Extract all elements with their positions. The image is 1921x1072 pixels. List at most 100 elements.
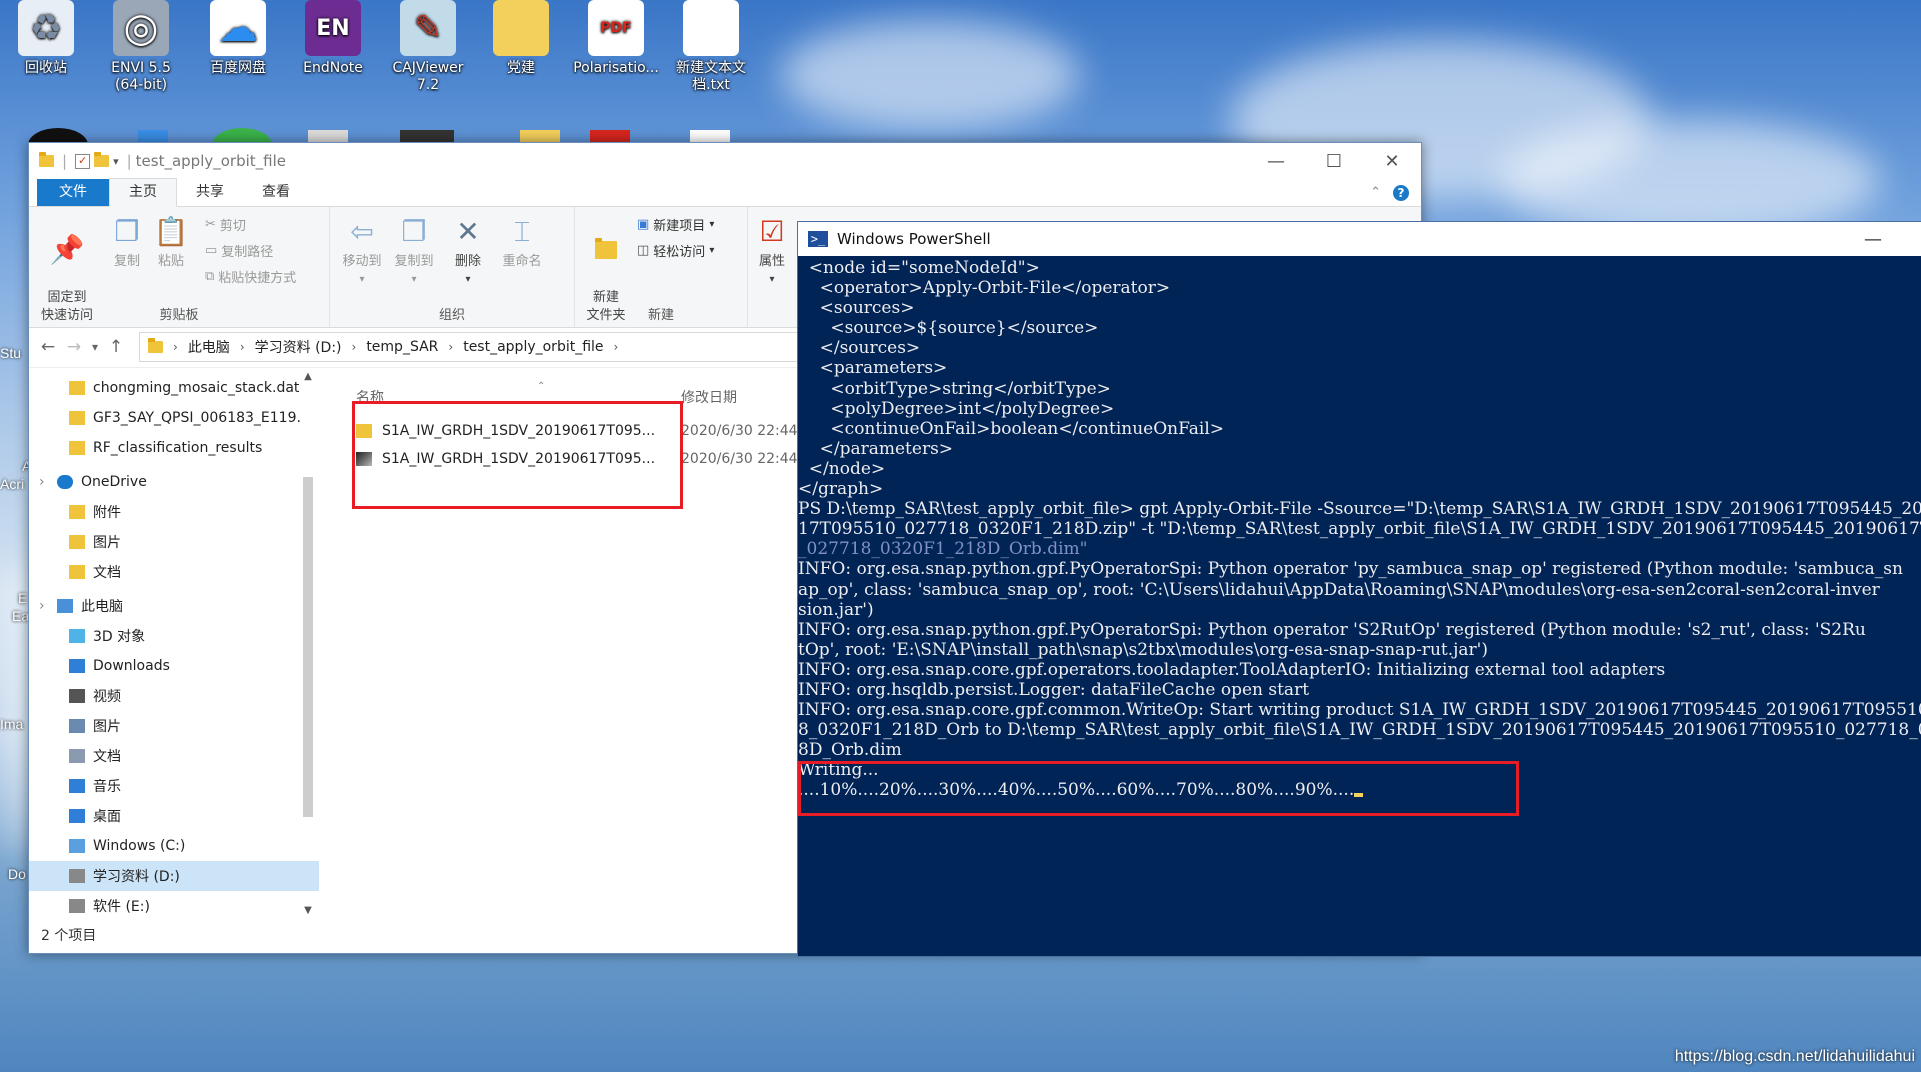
tab-view[interactable]: 查看 [243, 179, 309, 206]
text-file-icon [683, 0, 739, 56]
scrollbar-thumb[interactable] [303, 477, 313, 817]
close-button[interactable]: ✕ [1363, 151, 1421, 172]
nav-item[interactable]: 3D 对象 [29, 621, 319, 651]
sort-ascending-icon: ⌃ [537, 381, 546, 392]
nav-item[interactable]: GF3_SAY_QPSI_006183_E119. [29, 403, 319, 433]
nav-item[interactable]: 桌面 [29, 801, 319, 831]
highlight-box-progress [798, 761, 1519, 816]
back-button[interactable]: ← [35, 337, 61, 357]
breadcrumb-item[interactable]: test_apply_orbit_file [463, 339, 603, 355]
tab-file[interactable]: 文件 [37, 179, 109, 206]
console-line: <continueOnFail>boolean</continueOnFail> [798, 419, 1921, 439]
nav-item[interactable]: 学习资料 (D:) [29, 861, 319, 891]
nav-item-label: 附件 [93, 505, 121, 521]
minimize-button[interactable]: — [1247, 151, 1305, 172]
desktop-icon[interactable]: ☁ 百度网盘 [192, 0, 284, 77]
expand-chevron-icon[interactable]: › [39, 598, 49, 614]
minimize-button[interactable]: — [1864, 229, 1882, 250]
desktop-icon[interactable]: 新建文本文档.txt [665, 0, 757, 94]
nav-item[interactable]: 附件 [29, 497, 319, 527]
nav-item[interactable]: 视频 [29, 681, 319, 711]
desktop-icon-label: ENVI 5.5 (64-bit) [111, 60, 171, 93]
console-text: sion.jar') [798, 599, 874, 620]
powershell-console[interactable]: <node id="someNodeId"> <operator>Apply-O… [798, 258, 1921, 956]
tab-share[interactable]: 共享 [177, 179, 243, 206]
desktop-icon-label: 百度网盘 [210, 60, 266, 76]
console-text: <polyDegree>int</polyDegree> [798, 398, 1115, 419]
forward-button[interactable]: → [61, 337, 87, 357]
new-folder-icon[interactable] [94, 152, 110, 167]
powershell-title: Windows PowerShell [837, 230, 991, 248]
console-text: </graph> [798, 479, 884, 500]
breadcrumb-item[interactable]: temp_SAR [366, 339, 438, 355]
desktop-icon[interactable]: EN EndNote [287, 0, 379, 77]
recent-locations-button[interactable]: ▾ [87, 340, 103, 354]
file-date: 2020/6/30 22:44 [681, 423, 798, 439]
paste-shortcut-button[interactable]: ⧉ 粘贴快捷方式 [205, 265, 296, 287]
nav-item[interactable]: 图片 [29, 711, 319, 741]
console-text: <operator>Apply-Orbit-File</operator> [798, 278, 1171, 299]
easy-access-button[interactable]: ◫ 轻松访问 ▾ [637, 239, 714, 261]
nav-item[interactable]: › 此电脑 [29, 591, 319, 621]
move-to-button[interactable]: ⇦ 移动到 ▾ [338, 213, 386, 289]
desktop-peek-label: Acri [0, 476, 25, 492]
nav-item[interactable]: 文档 [29, 741, 319, 771]
delete-button[interactable]: ✕ 删除 ▾ [450, 213, 486, 289]
properties-button[interactable]: ☑ 属性 ▾ [752, 213, 792, 289]
up-button[interactable]: ↑ [103, 337, 129, 357]
nav-item[interactable]: 音乐 [29, 771, 319, 801]
paste-button[interactable]: 📋 粘贴 [151, 213, 191, 271]
column-header-date[interactable]: 修改日期 [681, 387, 737, 407]
nav-item[interactable]: 文档 [29, 557, 319, 587]
paste-shortcut-icon: ⧉ [205, 268, 215, 284]
nav-item[interactable]: Windows (C:) [29, 831, 319, 861]
nav-item[interactable]: Downloads [29, 651, 319, 681]
desktop-icon[interactable]: 党建 [475, 0, 567, 77]
expand-chevron-icon[interactable]: › [39, 474, 49, 490]
nav-item-label: 文档 [93, 749, 121, 765]
nav-scrollbar[interactable]: ▲ ▼ [301, 371, 315, 916]
desktop-icon-label: Polarisatio... [573, 60, 659, 76]
nav-item[interactable]: 图片 [29, 527, 319, 557]
navigation-pane: chongming_mosaic_stack.dat GF3_SAY_QPSI_0… [29, 371, 319, 916]
console-line: <sources> [798, 298, 1921, 318]
properties-checkbox-icon[interactable]: ✓ [75, 153, 91, 169]
nav-item[interactable]: RF_classification_results [29, 433, 319, 463]
new-item-button[interactable]: ▣ 新建项目 ▾ [637, 213, 714, 235]
tab-home[interactable]: 主页 [109, 178, 177, 207]
desktop-icon[interactable]: ◎ ENVI 5.5 (64-bit) [95, 0, 187, 94]
console-text: PS D:\temp_SAR\test_apply_orbit_file> gp… [798, 499, 1921, 520]
desktop-peek-label: Ima [0, 716, 24, 732]
window-title: test_apply_orbit_file [135, 152, 287, 170]
new-item-icon: ▣ [637, 216, 650, 232]
background-cloud [780, 20, 1080, 130]
quick-access-toolbar: | ✓ ▾ | [39, 152, 136, 170]
desktop-icon[interactable]: ♻ 回收站 [0, 0, 92, 77]
highlight-box-files [352, 401, 683, 509]
desktop-icon[interactable]: ✎ CAJViewer 7.2 [382, 0, 474, 94]
nav-item-label: Windows (C:) [93, 838, 186, 854]
maximize-button[interactable]: ☐ [1305, 151, 1363, 172]
console-text: INFO: org.esa.snap.core.gpf.common.Write… [798, 700, 1921, 721]
nav-item[interactable]: 软件 (E:) [29, 891, 319, 916]
nav-item-label: 桌面 [93, 809, 121, 825]
help-icon[interactable]: ? [1393, 184, 1409, 201]
copy-button[interactable]: ❐ 复制 [107, 213, 147, 271]
desktop-icon[interactable]: PDF Polarisatio... [570, 0, 662, 77]
customize-toolbar-icon[interactable]: ▾ [113, 155, 119, 168]
explorer-titlebar: | ✓ ▾ | test_apply_orbit_file — ☐ ✕ [29, 143, 1421, 179]
console-text: <source>${source}</source> [798, 318, 1099, 339]
console-line: INFO: org.esa.snap.python.gpf.PyOperator… [798, 559, 1921, 579]
baidu-netdisk-icon: ☁ [210, 0, 266, 56]
breadcrumb-item[interactable]: 此电脑 [188, 337, 230, 357]
copy-to-button[interactable]: ❐ 复制到 ▾ [390, 213, 438, 289]
cut-button[interactable]: ✂ 剪切 [205, 213, 246, 235]
nav-item[interactable]: chongming_mosaic_stack.dat [29, 373, 319, 403]
rename-button[interactable]: ⌶ 重命名 [498, 213, 546, 271]
collapse-ribbon-icon[interactable]: ⌃ [1370, 185, 1381, 200]
copy-path-button[interactable]: ▭ 复制路径 [205, 239, 273, 261]
easy-access-icon: ◫ [637, 242, 650, 258]
nav-item[interactable]: › OneDrive [29, 467, 319, 497]
clipboard-group: 📌 固定到 快速访问 ❐ 复制 📋 粘贴 ✂ 剪切 ▭ 复制路径 ⧉ 粘贴快捷方式 剪… [29, 207, 330, 327]
breadcrumb-item[interactable]: 学习资料 (D:) [255, 337, 342, 357]
